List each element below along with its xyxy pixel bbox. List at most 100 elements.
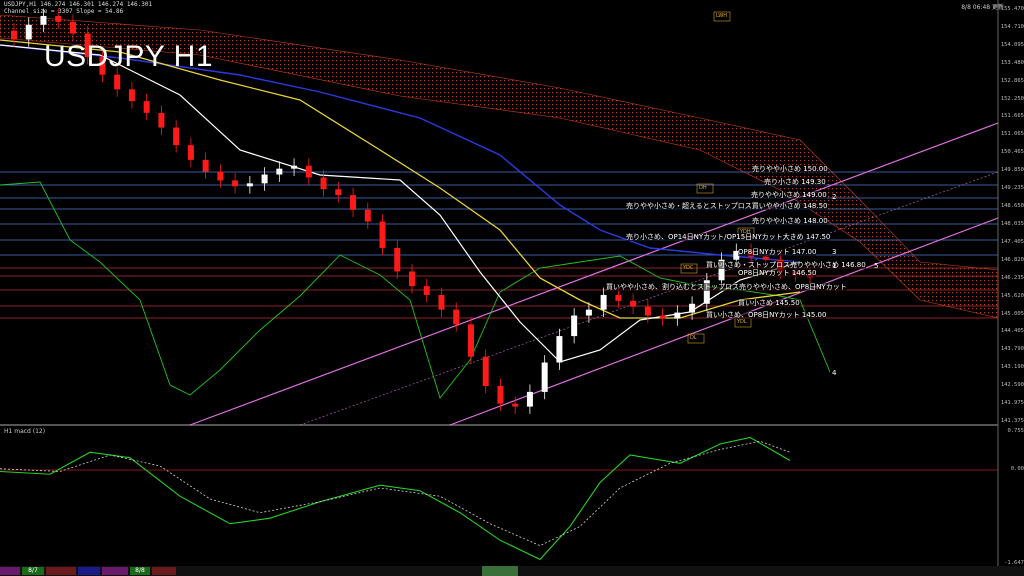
candle-body (261, 174, 268, 184)
candle-body (585, 309, 592, 316)
price-tick: 152.250 (1000, 95, 1024, 102)
candle-body (453, 309, 460, 325)
marker-5: 5 (874, 262, 879, 270)
level-label: 買い小さめ・ストップロス売りやや小さめ 146.80 (706, 261, 866, 269)
price-tick: 146.820 (1000, 256, 1024, 263)
bar-date-2: 8/8 (130, 567, 150, 575)
price-tick: 150.465 (1000, 149, 1024, 156)
candle-body (246, 183, 253, 187)
candle-body (659, 315, 666, 319)
price-tick: 145.005 (1000, 310, 1024, 317)
candle-body (379, 221, 386, 248)
candle-body (350, 195, 357, 210)
level-label: 売りやや小さめ 149.00 (751, 191, 827, 199)
bar-date-1: 8/7 (22, 567, 44, 575)
price-tick: 141.975 (1000, 400, 1024, 407)
price-tick: 151.065 (1000, 131, 1024, 138)
marker-label-dh: DH (699, 185, 707, 191)
candle-body (55, 15, 62, 22)
price-tick: 143.790 (1000, 346, 1024, 353)
price-tick: 151.665 (1000, 113, 1024, 120)
level-label: OP8日NYカット 147.00 (738, 248, 817, 256)
marker-label-ydl: YDL (737, 319, 747, 325)
macd-signal (0, 440, 791, 547)
price-tick: 153.480 (1000, 59, 1024, 66)
price-tick: 145.620 (1000, 292, 1024, 299)
candle-body (217, 171, 224, 181)
price-tick: 148.035 (1000, 220, 1024, 227)
candle-body (423, 286, 430, 295)
marker-label-ydh: YDH (740, 229, 751, 235)
candle-body (512, 403, 519, 407)
candle-body (409, 271, 415, 287)
macd-tick: 0.00 (1010, 466, 1024, 472)
price-tick: 154.710 (1000, 23, 1024, 30)
marker-label-ldh: LWH (716, 13, 728, 19)
marker-label-ydc: YDC (683, 265, 694, 271)
candle-body (497, 386, 504, 404)
scroll-handle[interactable] (482, 566, 518, 576)
macd-title: H1 macd (12) (4, 428, 46, 435)
candle-body (556, 336, 563, 363)
bar-seg (78, 567, 100, 575)
candle-body (173, 127, 180, 146)
candle-body (467, 324, 474, 357)
candle-body (69, 21, 76, 34)
candle-body (644, 306, 651, 316)
price-tick: 143.190 (1000, 364, 1024, 371)
price-tick: 142.590 (1000, 382, 1024, 389)
macd-tick: 0.755 (1007, 428, 1024, 434)
candle-body (202, 159, 209, 172)
bar-seg (102, 567, 128, 575)
pane-divider (0, 424, 998, 426)
price-tick: 146.235 (1000, 274, 1024, 281)
price-tick: 155.470 (1000, 6, 1024, 12)
marker-2: 2 (832, 193, 837, 201)
candle-body (11, 30, 17, 40)
price-tick: 149.850 (1000, 167, 1024, 174)
price-tick: 144.405 (1000, 328, 1024, 335)
marker-4: 4 (832, 369, 837, 377)
candle-body (335, 189, 342, 196)
chart-title: USDJPY H1 (44, 40, 214, 73)
chart-window[interactable]: USDJPY,H1 146.274 146.301 146.274 146.30… (0, 0, 1024, 576)
price-tick: 147.405 (1000, 238, 1024, 245)
level-label: 買いやや小さめ、割り込むとストップロス売りやや小さめ、OP8日NYカット (606, 283, 847, 291)
level-label: 買い小さめ 145.50 (738, 299, 800, 307)
bar-seg (46, 567, 76, 575)
candle-body (158, 112, 165, 128)
level-label: OP8日NYカット 146.50 (738, 269, 817, 277)
candle-body (25, 24, 32, 40)
candle-body (571, 315, 578, 337)
candle-body (762, 256, 769, 260)
level-label: 売り小さめ 149.30 (764, 178, 826, 186)
candle-body (114, 74, 121, 90)
candle-body (128, 89, 135, 102)
level-label: 売りやや小さめ 150.00 (752, 165, 828, 173)
candle-body (364, 209, 371, 222)
candle-body (526, 391, 533, 407)
candle-body (232, 180, 239, 187)
candle-body (305, 165, 312, 178)
candle-body (187, 145, 194, 160)
price-tick: 149.235 (1000, 185, 1024, 192)
price-tick: 152.865 (1000, 77, 1024, 84)
price-tick: 141.375 (1000, 418, 1024, 424)
level-label: 売り小さめ、OP14日NYカット/OP15日NYカット大きめ 147.50 (626, 233, 831, 241)
marker-1: 1 (832, 262, 837, 270)
candle-body (320, 177, 327, 190)
level-label: 買い小さめ、OP8日NYカット 145.00 (706, 311, 827, 319)
bar-seg (152, 567, 176, 575)
candle-body (674, 312, 681, 319)
marker-label-dl: DL (690, 335, 697, 341)
candle-body (615, 294, 622, 301)
candle-body (600, 294, 607, 310)
price-chart[interactable] (0, 0, 1024, 576)
candle-body (541, 362, 548, 392)
candle-body (482, 356, 489, 387)
candle-body (394, 247, 401, 272)
candle-body (143, 101, 150, 113)
candle-body (40, 15, 47, 25)
candle-body (291, 165, 298, 169)
candle-body (438, 294, 445, 310)
